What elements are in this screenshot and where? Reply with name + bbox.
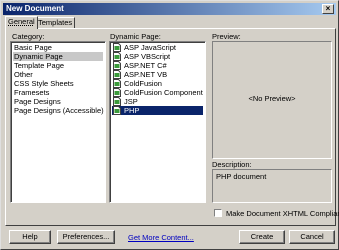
close-icon: ×	[325, 4, 331, 13]
category-label: Category:	[12, 32, 45, 41]
description-text: PHP document	[216, 172, 267, 181]
cancel-button[interactable]: Cancel	[289, 230, 335, 244]
category-list[interactable]: Basic Page Dynamic Page Template Page Ot…	[10, 41, 106, 203]
document-icon	[113, 43, 121, 52]
help-button[interactable]: Help	[9, 230, 51, 244]
tab-templates[interactable]: Templates	[35, 17, 76, 28]
title-bar: New Document ×	[3, 3, 336, 15]
category-item[interactable]: CSS Style Sheets	[13, 79, 103, 88]
close-button[interactable]: ×	[322, 4, 334, 14]
dynamic-page-item-label: ASP JavaScript	[124, 43, 176, 52]
category-item-selected[interactable]: Dynamic Page	[13, 52, 103, 61]
preferences-button-label: Preferences...	[62, 232, 110, 241]
category-item[interactable]: Template Page	[13, 61, 103, 70]
dynamic-page-item-label: ColdFusion	[124, 79, 162, 88]
preview-pane: <No Preview>	[212, 41, 332, 159]
tab-general[interactable]: General	[5, 16, 38, 29]
cancel-button-label: Cancel	[300, 232, 324, 241]
document-icon	[113, 70, 121, 79]
dynamic-page-item-label: ASP.NET VB	[124, 70, 168, 79]
document-icon	[113, 79, 121, 88]
dynamic-page-list[interactable]: ASP JavaScript ASP VBScript ASP.NET C# A…	[109, 41, 206, 203]
preview-placeholder: <No Preview>	[248, 94, 296, 103]
create-button-label: Create	[250, 232, 274, 241]
category-item[interactable]: Other	[13, 70, 103, 79]
dynamic-page-item[interactable]: ASP JavaScript	[112, 43, 203, 52]
help-button-label: Help	[22, 232, 38, 241]
xhtml-compliant-label: Make Document XHTML Compliant	[226, 209, 339, 218]
document-icon	[113, 52, 121, 61]
category-item[interactable]: Page Designs (Accessible)	[13, 106, 104, 115]
new-document-dialog: New Document × General Templates Categor…	[0, 0, 339, 250]
window-title: New Document	[6, 4, 64, 13]
xhtml-compliant-checkbox[interactable]	[214, 209, 222, 217]
dynamic-page-item-label: ColdFusion Component	[124, 88, 203, 97]
tab-general-label: General	[8, 17, 35, 26]
dynamic-page-item-label: ASP VBScript	[124, 52, 171, 61]
dynamic-page-item[interactable]: ASP.NET C#	[112, 61, 203, 70]
description-label: Description:	[212, 160, 252, 169]
dynamic-page-item-label: PHP	[124, 106, 140, 115]
dynamic-page-item-label: JSP	[124, 97, 138, 106]
dynamic-page-item[interactable]: ColdFusion Component	[112, 88, 203, 97]
document-icon	[113, 106, 121, 115]
dynamic-page-item[interactable]: ColdFusion	[112, 79, 203, 88]
dynamic-page-item-label: ASP.NET C#	[124, 61, 167, 70]
document-icon	[113, 88, 121, 97]
category-item[interactable]: Basic Page	[13, 43, 103, 52]
document-icon	[113, 97, 121, 106]
document-icon	[113, 61, 121, 70]
general-tab-panel: Category: Basic Page Dynamic Page Templa…	[5, 28, 339, 226]
get-more-content-link[interactable]: Get More Content...	[128, 233, 194, 242]
preferences-button[interactable]: Preferences...	[57, 230, 115, 244]
category-item[interactable]: Framesets	[13, 88, 103, 97]
category-item[interactable]: Page Designs	[13, 97, 103, 106]
dynamic-page-item-selected[interactable]: PHP	[112, 106, 203, 115]
preview-label: Preview:	[212, 32, 241, 41]
description-box: PHP document	[212, 169, 332, 203]
dynamic-page-label: Dynamic Page:	[110, 32, 161, 41]
create-button[interactable]: Create	[239, 230, 285, 244]
dynamic-page-item[interactable]: ASP.NET VB	[112, 70, 203, 79]
dynamic-page-item[interactable]: JSP	[112, 97, 203, 106]
tab-templates-label: Templates	[38, 18, 73, 27]
dynamic-page-item[interactable]: ASP VBScript	[112, 52, 203, 61]
